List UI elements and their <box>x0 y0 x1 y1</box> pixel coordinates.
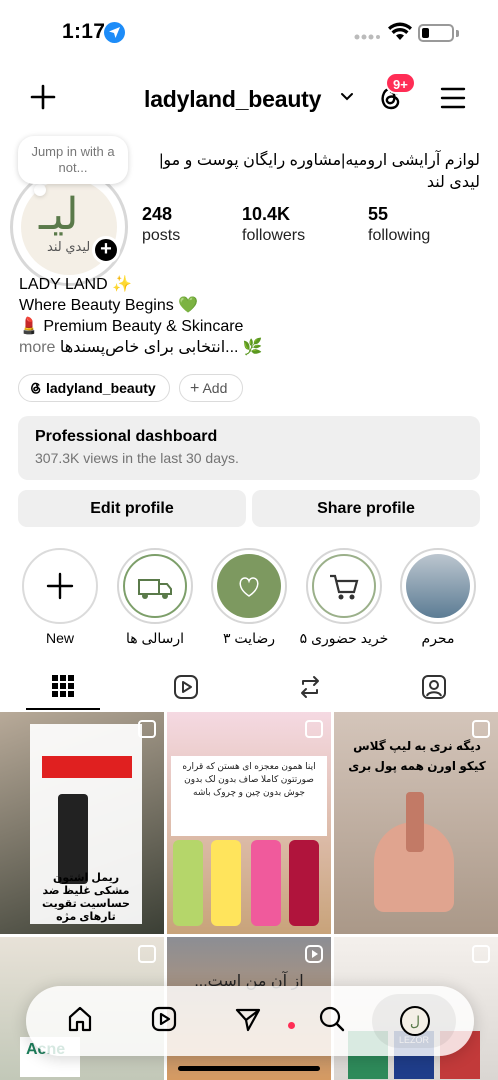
post-caption: اینا همون معجزه ای هستن که قراره صورتتون… <box>171 756 327 836</box>
highlight-story[interactable]: رضایت ۳ <box>211 548 287 647</box>
bottom-navigation: ل <box>26 986 474 1056</box>
wifi-icon <box>388 22 412 40</box>
grid-icon[interactable] <box>51 674 75 698</box>
profile-header: ladyland_beauty 9+ <box>0 72 498 126</box>
bio-more-link[interactable]: more <box>19 339 55 356</box>
post-caption: ریمل اشتون مشکی غلیظ ضد حساسیت تقویت تار… <box>42 872 130 923</box>
highlight-story[interactable]: خرید حضوری ۵ <box>300 548 388 647</box>
shopping-cart-icon <box>330 574 359 600</box>
home-icon[interactable] <box>66 1005 94 1033</box>
select-checkbox[interactable] <box>138 945 156 963</box>
heart-icon <box>239 577 259 597</box>
menu-icon[interactable] <box>440 86 466 110</box>
highlight-story[interactable]: محرم <box>400 548 476 647</box>
select-checkbox[interactable] <box>305 720 323 738</box>
professional-dashboard[interactable]: Professional dashboard 307.3K views in t… <box>18 416 480 480</box>
cellular-signal-icon <box>354 34 380 40</box>
reels-nav-icon[interactable] <box>150 1005 178 1033</box>
status-time: 1:17 <box>62 20 106 43</box>
plus-icon <box>46 572 74 600</box>
dashboard-title: Professional dashboard <box>35 428 218 445</box>
chevron-down-icon[interactable] <box>340 92 354 102</box>
highlight-story[interactable]: ارسالی ها <box>117 548 193 647</box>
unread-dot <box>288 1022 295 1029</box>
active-tab-indicator <box>26 708 100 710</box>
avatar[interactable]: ليـ ليدي لند <box>10 168 128 286</box>
bio-line: 💄 Premium Beauty & Skincare <box>19 318 244 335</box>
profile-avatar-icon: ل <box>400 1006 430 1036</box>
profile-tabs <box>0 666 498 712</box>
reposts-icon[interactable] <box>297 674 323 700</box>
bio-line: LADY LAND ✨ <box>19 276 132 293</box>
post-thumbnail[interactable]: دیگه نری به لیپ گلاس کیکو اورن همه پول ب… <box>334 712 498 934</box>
add-link-chip[interactable]: + Add <box>179 374 243 402</box>
battery-icon <box>418 24 454 42</box>
dashboard-subtitle: 307.3K views in the last 30 days. <box>35 450 239 466</box>
post-thumbnail[interactable]: ریمل اشتون مشکی غلیظ ضد حساسیت تقویت تار… <box>0 712 164 934</box>
home-indicator <box>178 1066 320 1071</box>
select-checkbox[interactable] <box>138 720 156 738</box>
stat-followers[interactable]: 10.4K followers <box>242 204 305 245</box>
share-profile-button[interactable]: Share profile <box>252 490 480 527</box>
reel-play-icon <box>305 945 323 963</box>
profile-stats: 248 posts 10.4K followers 55 following <box>142 204 482 250</box>
select-checkbox[interactable] <box>472 945 490 963</box>
bio-line: انتخابی برای خاص‌پسندها... 🌿 <box>59 339 263 356</box>
notification-badge: 9+ <box>385 72 416 94</box>
search-icon[interactable] <box>318 1005 346 1033</box>
post-caption: دیگه نری به لیپ گلاس کیکو اورن همه پول ب… <box>348 739 486 773</box>
threads-icon <box>31 382 41 394</box>
bio-line: Where Beauty Begins 💚 <box>19 297 199 314</box>
add-story-button[interactable]: + <box>92 236 120 264</box>
location-icon <box>104 22 125 43</box>
stat-following[interactable]: 55 following <box>368 204 430 245</box>
direct-icon[interactable] <box>234 1005 262 1033</box>
username-switcher[interactable]: ladyland_beauty <box>144 86 321 113</box>
post-thumbnail[interactable]: اینا همون معجزه ای هستن که قراره صورتتون… <box>167 712 331 934</box>
highlight-new[interactable]: New <box>22 548 98 646</box>
note-bubble[interactable]: Jump in with a not... <box>18 136 128 184</box>
threads-link-chip[interactable]: ladyland_beauty <box>18 374 170 402</box>
tagged-icon[interactable] <box>421 674 447 700</box>
edit-profile-button[interactable]: Edit profile <box>18 490 246 527</box>
profile-full-name: لوازم آرایشی ارومیه|مشاوره رایگان پوست و… <box>159 152 480 191</box>
plus-icon[interactable] <box>30 84 56 110</box>
select-checkbox[interactable] <box>472 720 490 738</box>
stat-posts[interactable]: 248 posts <box>142 204 180 245</box>
brand-logo: ليـ <box>39 189 79 240</box>
status-bar: 1:17 <box>0 0 498 66</box>
nav-profile-tab[interactable]: ل <box>372 994 456 1048</box>
profile-bio: LADY LAND ✨ Where Beauty Begins 💚 💄 Prem… <box>19 274 479 358</box>
delivery-truck-icon <box>138 579 172 599</box>
reels-icon[interactable] <box>173 674 199 700</box>
plus-icon: + <box>190 380 200 397</box>
